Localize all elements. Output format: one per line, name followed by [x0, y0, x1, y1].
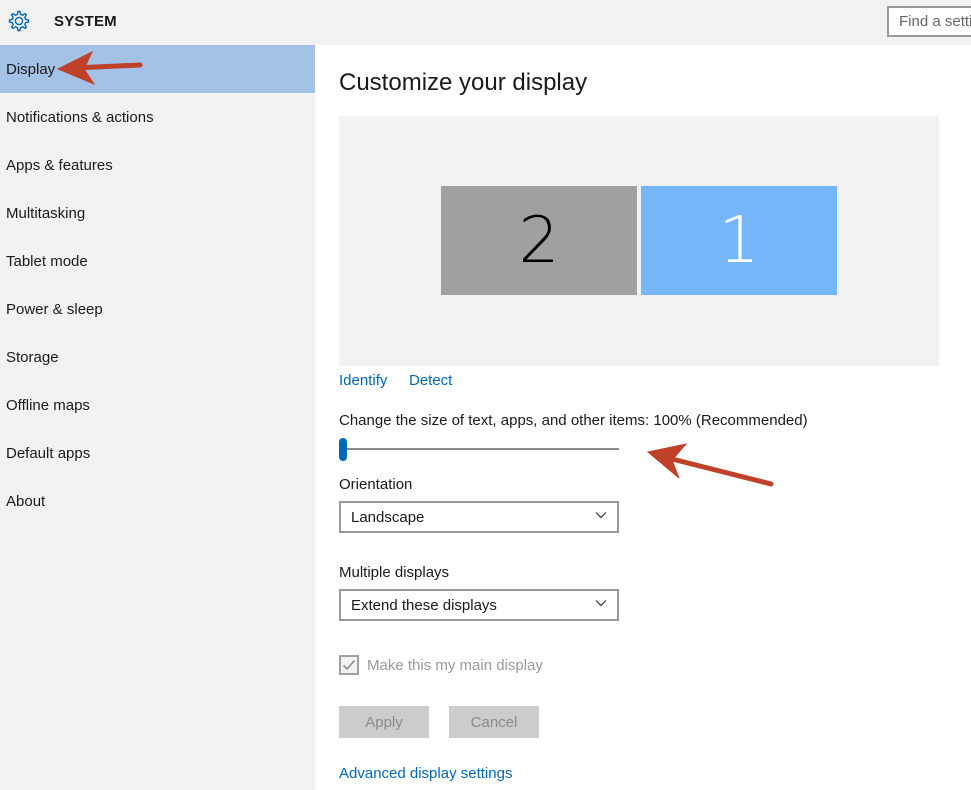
- sidebar-item-label: Notifications & actions: [6, 108, 154, 126]
- scale-label: Change the size of text, apps, and other…: [339, 412, 808, 429]
- sidebar-item-display[interactable]: Display: [0, 45, 315, 93]
- detect-link[interactable]: Detect: [409, 372, 452, 389]
- sidebar-item-label: Default apps: [6, 444, 91, 462]
- display-arrangement-area: 2 1: [339, 116, 939, 366]
- main-display-label: Make this my main display: [367, 657, 543, 674]
- sidebar: Display Notifications & actions Apps & f…: [0, 45, 315, 790]
- cancel-button[interactable]: Cancel: [449, 706, 539, 738]
- sidebar-item-label: About: [6, 492, 46, 510]
- gear-icon: [8, 10, 30, 32]
- sidebar-item-multitasking[interactable]: Multitasking: [0, 189, 315, 237]
- sidebar-item-offline-maps[interactable]: Offline maps: [0, 381, 315, 429]
- apply-button[interactable]: Apply: [339, 706, 429, 738]
- orientation-value: Landscape: [351, 508, 425, 526]
- multiple-displays-label: Multiple displays: [339, 564, 450, 581]
- sidebar-item-label: Apps & features: [6, 156, 113, 174]
- monitor-1[interactable]: 1: [641, 186, 837, 295]
- sidebar-item-tablet-mode[interactable]: Tablet mode: [0, 237, 315, 285]
- sidebar-item-power-sleep[interactable]: Power & sleep: [0, 285, 315, 333]
- sidebar-item-label: Tablet mode: [6, 252, 88, 270]
- main-content: Customize your display 2 1 Identify Dete…: [315, 45, 971, 790]
- page-title: Customize your display: [339, 69, 588, 96]
- sidebar-item-apps[interactable]: Apps & features: [0, 141, 315, 189]
- scale-slider-thumb[interactable]: [339, 438, 347, 461]
- sidebar-item-label: Offline maps: [6, 396, 90, 414]
- scale-slider-track[interactable]: [339, 448, 619, 450]
- main-display-checkbox[interactable]: [339, 655, 359, 675]
- sidebar-item-storage[interactable]: Storage: [0, 333, 315, 381]
- monitor-2[interactable]: 2: [441, 186, 637, 295]
- sidebar-item-label: Storage: [6, 348, 59, 366]
- multiple-displays-value: Extend these displays: [351, 596, 497, 614]
- search-input[interactable]: [889, 8, 971, 35]
- multiple-displays-dropdown[interactable]: Extend these displays: [339, 589, 619, 621]
- identify-link[interactable]: Identify: [339, 372, 387, 389]
- sidebar-item-about[interactable]: About: [0, 477, 315, 525]
- sidebar-item-default-apps[interactable]: Default apps: [0, 429, 315, 477]
- advanced-display-settings-link[interactable]: Advanced display settings: [339, 765, 512, 782]
- sidebar-item-label: Display: [6, 60, 56, 78]
- app-title: SYSTEM: [54, 13, 117, 30]
- chevron-down-icon: [595, 600, 607, 607]
- chevron-down-icon: [595, 512, 607, 519]
- orientation-label: Orientation: [339, 476, 413, 493]
- orientation-dropdown[interactable]: Landscape: [339, 501, 619, 533]
- sidebar-item-label: Power & sleep: [6, 300, 103, 318]
- search-box[interactable]: [887, 6, 971, 37]
- checkmark-icon: [342, 659, 356, 671]
- title-bar: SYSTEM: [0, 0, 971, 45]
- sidebar-item-label: Multitasking: [6, 204, 86, 222]
- sidebar-item-notifications[interactable]: Notifications & actions: [0, 93, 315, 141]
